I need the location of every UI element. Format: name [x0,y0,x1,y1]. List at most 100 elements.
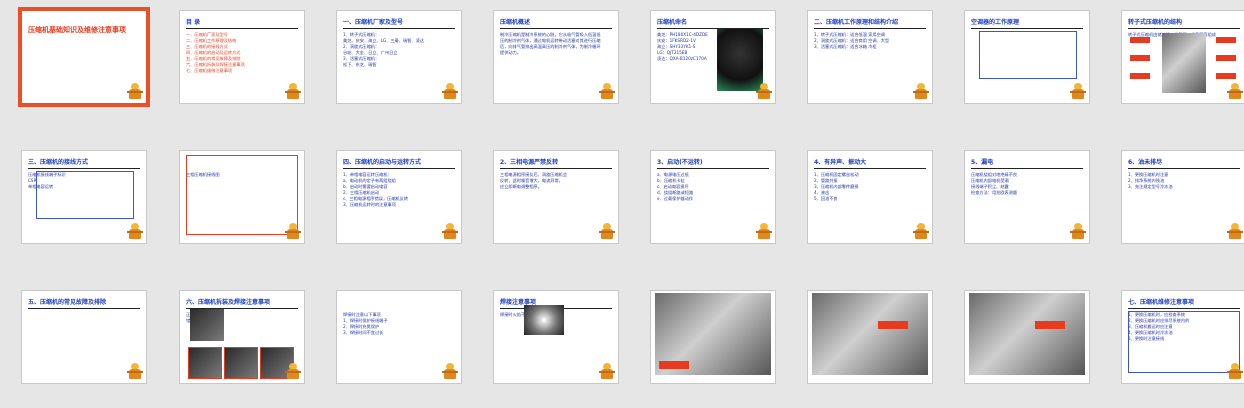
slide-body-line: 3、充注规定型号冷冻油 [1128,184,1173,189]
slide-thumbnail-11[interactable]: 四、压缩机的启动与运转方式 1、单相电容运转压缩机： a、电动机的定子有两组绕组 b、… [337,151,461,243]
mascot-icon [1227,83,1243,101]
slide-thumbnail-3[interactable]: 一、压缩机厂家及型号 1、转子式压缩机： 美芝、庆安、海立、LG、三菱、瑞智、凌达 2… [337,11,461,103]
slide-body: 1、压缩机固定螺丝松动 2、管路共振 3、压缩机内部零件磨损 4、液击 5、回油不良 [814,172,926,202]
slide-thumbnail-17[interactable]: 五、压缩机的常见故障及排除 [22,291,146,383]
label-chip [1130,73,1150,79]
slide-thumbnail-4[interactable]: 压缩机概述制冷压缩机是制冷系统的心脏，它从吸气管吸入低温低 压的制冷剂气体，通过电… [494,11,618,103]
slide-thumbnail-5[interactable]: 压缩机命名 美芝：PH180X1C-4DZDE 庆安：1FKSRD2-1V 海立：SH… [651,11,775,103]
slide-body-line: 提供动力。 [500,50,521,55]
title-underline [500,168,612,169]
slide-title: 三、压缩机的接线方式 [28,159,89,166]
compressor-weld-photo [969,293,1085,375]
slide-title: 5、漏电 [971,159,994,166]
title-underline [1128,308,1240,309]
slide-thumbnail-15[interactable]: 5、漏电 压缩机绕组对地绝缘不良 压缩机内部电机受潮 接线端子积尘、结露 检查方法：用兆… [965,151,1089,243]
slide-body-line: e、过载保护器动作 [657,196,694,201]
mascot-icon [1070,83,1086,101]
slide-body: 制冷压缩机是制冷系统的心脏，它从吸气管吸入低温低 压的制冷剂气体，通过电机运转带动… [500,32,612,56]
slide-thumbnail-24[interactable]: 七、压缩机维修注意事项 1、更换压缩机时，应检查系统 2、更换压缩机时应排尽系统内的… [1122,291,1244,383]
slide-thumbnail-12[interactable]: 2、三相电源严禁反转三相电源相序接反后，涡旋压缩机会 反转，此时噪音增大，电流异常… [494,151,618,243]
slide-body: 一、压缩机厂家及型号 二、压缩机工作原理及结构 三、压缩机的接线方式 四、压缩机的启动… [186,32,298,74]
slide-thumbnail-23[interactable]: 焊接时保护接线端子 [965,291,1089,383]
slide-thumbnail-16[interactable]: 6、油未排尽 1、更换压缩机时注意 2、排净系统内残油 3、充注规定型号冷冻油 [1122,151,1244,243]
title-underline [971,168,1083,169]
slide-thumbnail-18[interactable]: 六、压缩机拆装及焊接注意事项正确方法错误方法 [180,291,304,383]
mascot-icon [756,223,772,241]
slide-title: 压缩机命名 [657,19,688,26]
slide-thumbnail-21[interactable]: 压缩机焊接示意 [651,291,775,383]
mascot-icon [599,363,615,381]
slide-thumbnail-14[interactable]: 4、有异声、振动大 1、压缩机固定螺丝松动 2、管路共振 3、压缩机内部零件磨损 4、液… [808,151,932,243]
slide-thumbnail-10[interactable]: 三相压缩机接线图 [180,151,304,243]
slide-thumbnail-22[interactable]: 焊接位置示意 [808,291,932,383]
slide-body-line: 3、焊接时间不宜过长 [343,330,384,335]
slide-thumbnail-7[interactable]: 空调器的工作原理 [965,11,1089,103]
slide-body-line: 松下、东芝、瑞智 [343,62,377,67]
slide-thumbnail-6[interactable]: 二、压缩机工作原理和结构介绍 1、转子式压缩机：适合低温 家用空调 2、涡旋式压缩机… [808,11,932,103]
slide-title: 6、油未排尽 [1128,159,1163,166]
mascot-icon [127,83,143,101]
slide-title: 五、压缩机的常见故障及排除 [28,299,107,306]
slide-thumbnail-13[interactable]: 3、启动(不运转) a、电源电压过低 b、压缩机卡缸 c、启动电容损坏 d、绕组断路或短… [651,151,775,243]
slide-title: 四、压缩机的启动与运转方式 [343,159,422,166]
slide-title: 3、启动(不运转) [657,159,703,166]
slide-title: 六、压缩机拆装及焊接注意事项 [186,299,271,306]
compressor-weld-photo [812,293,928,375]
warning-label [659,361,689,369]
slide-body: 1、转子式压缩机： 美芝、庆安、海立、LG、三菱、瑞智、凌达 2、涡旋式压缩机： 谷轮… [343,32,455,68]
slide-thumbnail-2[interactable]: 目 录一、压缩机厂家及型号 二、压缩机工作原理及结构 三、压缩机的接线方式 四、压缩机… [180,11,304,103]
title-underline [28,308,140,309]
title-underline [343,168,455,169]
slide-sorter-grid: 压缩机基础知识及维修注意事项 目 录一、压缩机厂家及型号 二、压缩机工作原理及结构三… [0,0,1244,408]
label-chip [1216,37,1236,43]
slide-body: 1、更换压缩机时注意 2、排净系统内残油 3、充注规定型号冷冻油 [1128,172,1240,190]
mascot-icon [285,363,301,381]
slide-thumbnail-8[interactable]: 转子式压缩机的结构转子式压缩机由储液器、排气管、吸气管等组成 [1122,11,1244,103]
mascot-icon [756,83,772,101]
install-photo [190,309,224,341]
install-photo [188,347,222,379]
label-chip [1130,37,1150,43]
mascot-icon [913,223,929,241]
welding-photo [524,305,564,335]
title-underline [814,168,926,169]
slide-body-line: 3、活塞式压缩机：适合冰箱 冷柜 [814,44,877,49]
slide-title: 压缩机概述 [500,19,531,26]
slide-body: 1、单相电容运转压缩机： a、电动机的定子有两组绕组 b、启动时需要启动电容 2、三相… [343,172,455,208]
three-phase-diagram [186,155,298,235]
mascot-icon [285,83,301,101]
mascot-icon [285,223,301,241]
slide-title: 空调器的工作原理 [971,19,1020,26]
mascot-icon [127,223,143,241]
slide-title: 目 录 [186,19,201,26]
compressor-cutaway-photo [1162,33,1206,93]
slide-body-line: 3、压缩机运转时的注意事项 [343,202,396,207]
mascot-icon [599,83,615,101]
title-underline [500,28,612,29]
mascot-icon [442,223,458,241]
title-underline [657,168,769,169]
title-underline [1128,28,1240,29]
slide-thumbnail-19[interactable]: 焊接时注意以下事项 1、焊接时保护接线端子 2、焊接时充氮保护 3、焊接时间不宜过长 [337,291,461,383]
slide-body-line: 5、回油不良 [814,196,838,201]
mascot-icon [1070,223,1086,241]
slide-thumbnail-20[interactable]: 焊接注意事项焊接时火焰不能对准接线盒 [494,291,618,383]
title-underline [186,28,298,29]
slide-title: 2、三相电源严禁反转 [500,159,559,166]
mascot-icon [1227,223,1243,241]
slide-title: 七、压缩机维修注意事项 [1128,299,1195,306]
slide-body: 1、转子式压缩机：适合低温 家用空调 2、涡旋式压缩机：适合商用 空调、大型 3、活… [814,32,926,50]
slide-body-line: 七、压缩机维修注意事项 [186,68,233,73]
slide-thumbnail-1[interactable]: 压缩机基础知识及维修注意事项 [22,11,146,103]
slide-body-line: 检查方法：用兆欧表测量 [971,190,1018,195]
slide-title: 一、压缩机厂家及型号 [343,19,404,26]
label-chip [1130,55,1150,61]
compressor-photo [717,29,763,91]
slide-body: 三相电源相序接反后，涡旋压缩机会 反转，此时噪音增大，电流异常， 应立即断电调整相序… [500,172,612,190]
warning-label [878,321,908,329]
title-underline [28,168,140,169]
mascot-icon [442,83,458,101]
slide-thumbnail-9[interactable]: 三、压缩机的接线方式 压缩机接线端子标识 CSR 单相电容运转 [22,151,146,243]
slide-body: a、电源电压过低 b、压缩机卡缸 c、启动电容损坏 d、绕组断路或短路 e、过载保护器动… [657,172,769,202]
title-underline [814,28,926,29]
